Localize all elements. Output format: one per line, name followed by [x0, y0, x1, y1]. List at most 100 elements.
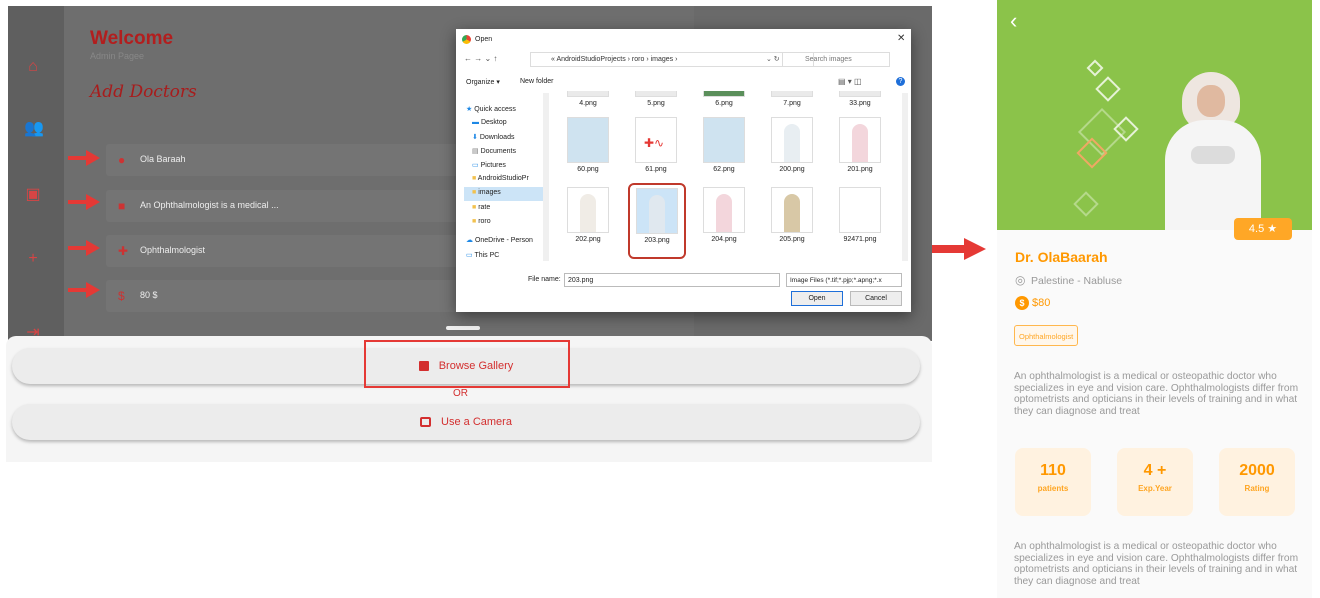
- file-name-input[interactable]: 203.png: [564, 273, 780, 287]
- file-item[interactable]: 4.png: [564, 91, 612, 107]
- specialty-field-value: Ophthalmologist: [140, 245, 206, 255]
- home-icon[interactable]: ⌂: [24, 58, 42, 76]
- file-item[interactable]: 201.png: [836, 117, 884, 173]
- stat-label: Exp.Year: [1138, 484, 1172, 493]
- file-item[interactable]: 92471.png: [836, 187, 884, 243]
- admin-subtitle: Admin Pagee: [90, 51, 145, 61]
- specialty-chip: Ophthalmologist: [1014, 325, 1079, 346]
- tree-item-quick-access[interactable]: ★ Quick access: [466, 105, 516, 113]
- diamond-decor: [1095, 76, 1121, 102]
- tree-item-downloads[interactable]: ⬇ Downloads: [472, 133, 514, 141]
- doctor-coat: [1165, 120, 1261, 230]
- help-icon[interactable]: ?: [896, 77, 905, 86]
- profile-header: ‹: [997, 0, 1312, 230]
- users-icon[interactable]: 👥: [24, 120, 44, 138]
- file-item[interactable]: 60.png: [564, 117, 612, 173]
- doctor-profile: ‹ 4.5 ★ Dr. OlaBaarah ◎ Palestine - Nabl…: [997, 0, 1312, 598]
- doctor-price: $80: [1032, 297, 1051, 309]
- folder-tree: ★ Quick access ▬ Desktop ⬇ Downloads ▤ D…: [456, 91, 552, 261]
- file-item[interactable]: 62.png: [700, 117, 748, 173]
- grid-scrollbar[interactable]: [902, 93, 908, 261]
- use-camera-button[interactable]: Use a Camera: [12, 404, 920, 440]
- arrow-annotation: [68, 240, 102, 256]
- file-item[interactable]: 7.png: [768, 91, 816, 107]
- arrow-annotation: [68, 150, 102, 166]
- diamond-decor: [1073, 191, 1099, 217]
- use-camera-label: Use a Camera: [441, 416, 512, 428]
- cancel-button[interactable]: Cancel: [850, 291, 902, 306]
- diamond-decor: [1086, 59, 1104, 77]
- add-user-icon[interactable]: +: [24, 250, 42, 268]
- close-icon[interactable]: ✕: [897, 33, 905, 44]
- tree-item-this-pc[interactable]: ▭ This PC: [466, 251, 499, 259]
- arrow-annotation-large: [932, 238, 990, 260]
- name-field-value: Ola Baraah: [140, 154, 186, 164]
- tree-item-roro[interactable]: ■ roro: [472, 218, 491, 225]
- stat-value: 110: [1040, 462, 1066, 479]
- refresh-icon[interactable]: ⌄ ↻: [766, 55, 780, 63]
- new-folder-button[interactable]: New folder: [520, 78, 553, 85]
- arrow-annotation: [68, 282, 102, 298]
- doctor-description-2: An ophthalmologist is a medical or osteo…: [1014, 541, 1299, 587]
- file-item[interactable]: 33.png: [836, 91, 884, 107]
- view-options-icon[interactable]: ▤ ▾ ◫: [838, 77, 862, 86]
- stat-value: 4 +: [1143, 462, 1167, 479]
- doctor-arms: [1191, 146, 1235, 164]
- dialog-title: Open: [475, 36, 493, 43]
- file-item[interactable]: 205.png: [768, 187, 816, 243]
- tree-item-images[interactable]: ■ images: [464, 187, 548, 201]
- sheet-handle[interactable]: [446, 326, 480, 330]
- tree-item-androidstudio[interactable]: ■ AndroidStudioPr: [472, 175, 529, 182]
- file-type-value: Image Files (*.tif;*.pjp;*.apng;*.x: [790, 277, 882, 284]
- briefcase-icon: ■: [118, 199, 126, 213]
- dollar-circle-icon: $: [118, 289, 125, 303]
- file-item[interactable]: 200.png: [768, 117, 816, 173]
- highlight-box: [364, 340, 570, 388]
- or-label: OR: [453, 388, 468, 399]
- tree-scrollbar[interactable]: [543, 93, 549, 261]
- file-item[interactable]: 202.png: [564, 187, 612, 243]
- arrow-annotation: [68, 194, 102, 210]
- add-doctors-heading: Add Doctors: [90, 82, 197, 102]
- search-box[interactable]: Search images: [782, 52, 890, 67]
- file-item-selected[interactable]: 203.png: [628, 183, 686, 259]
- tree-item-pictures[interactable]: ▭ Pictures: [472, 161, 506, 169]
- camera-icon: [420, 417, 432, 427]
- person-icon: ●: [118, 153, 126, 167]
- doctor-face: [1197, 85, 1225, 117]
- file-name-label: File name:: [528, 276, 561, 283]
- nav-rail: ⌂ 👥 ▣ + ⇥: [8, 6, 64, 341]
- file-name-value: 203.png: [568, 277, 594, 284]
- description-field-value: An Ophthalmologist is a medical ...: [140, 200, 279, 210]
- file-type-select[interactable]: Image Files (*.tif;*.pjp;*.apng;*.x: [786, 273, 902, 287]
- stat-rating: 2000 Rating: [1219, 448, 1295, 516]
- file-item[interactable]: 204.png: [700, 187, 748, 243]
- location-icon: ◎: [1015, 273, 1026, 287]
- stat-label: Rating: [1244, 484, 1270, 493]
- price-field-value: 80 $: [140, 290, 158, 300]
- doctor-description: An ophthalmologist is a medical or osteo…: [1014, 371, 1299, 417]
- stat-value: 2000: [1239, 462, 1275, 479]
- stat-experience: 4 + Exp.Year: [1117, 448, 1193, 516]
- doctor-name: Dr. OlaBaarah: [1015, 249, 1108, 265]
- nav-arrows-icon[interactable]: ← → ⌄ ↑: [464, 54, 497, 63]
- open-button[interactable]: Open: [791, 291, 843, 306]
- search-placeholder: Search images: [805, 56, 852, 63]
- file-item[interactable]: ✚∿ 61.png: [632, 117, 680, 173]
- file-item[interactable]: 6.png: [700, 91, 748, 107]
- stat-patients: 110 patients: [1015, 448, 1091, 516]
- doctor-location: Palestine - Nabluse: [1031, 275, 1123, 287]
- file-item[interactable]: 5.png: [632, 91, 680, 107]
- organize-menu[interactable]: Organize ▾: [466, 78, 500, 86]
- archive-icon[interactable]: ▣: [24, 186, 42, 204]
- stat-label: patients: [1037, 484, 1069, 493]
- welcome-title: Welcome: [90, 28, 174, 49]
- tree-item-onedrive[interactable]: ☁ OneDrive - Person: [466, 236, 533, 244]
- medical-cross-icon: ✚: [118, 244, 129, 258]
- file-open-dialog: Open ✕ ← → ⌄ ↑ « AndroidStudioProjects ›…: [456, 29, 911, 312]
- tree-item-rate[interactable]: ■ rate: [472, 204, 490, 211]
- tree-item-documents[interactable]: ▤ Documents: [472, 147, 516, 155]
- address-path: « AndroidStudioProjects › roro › images …: [551, 56, 678, 63]
- tree-item-desktop[interactable]: ▬ Desktop: [472, 119, 507, 126]
- back-icon[interactable]: ‹: [1010, 10, 1017, 32]
